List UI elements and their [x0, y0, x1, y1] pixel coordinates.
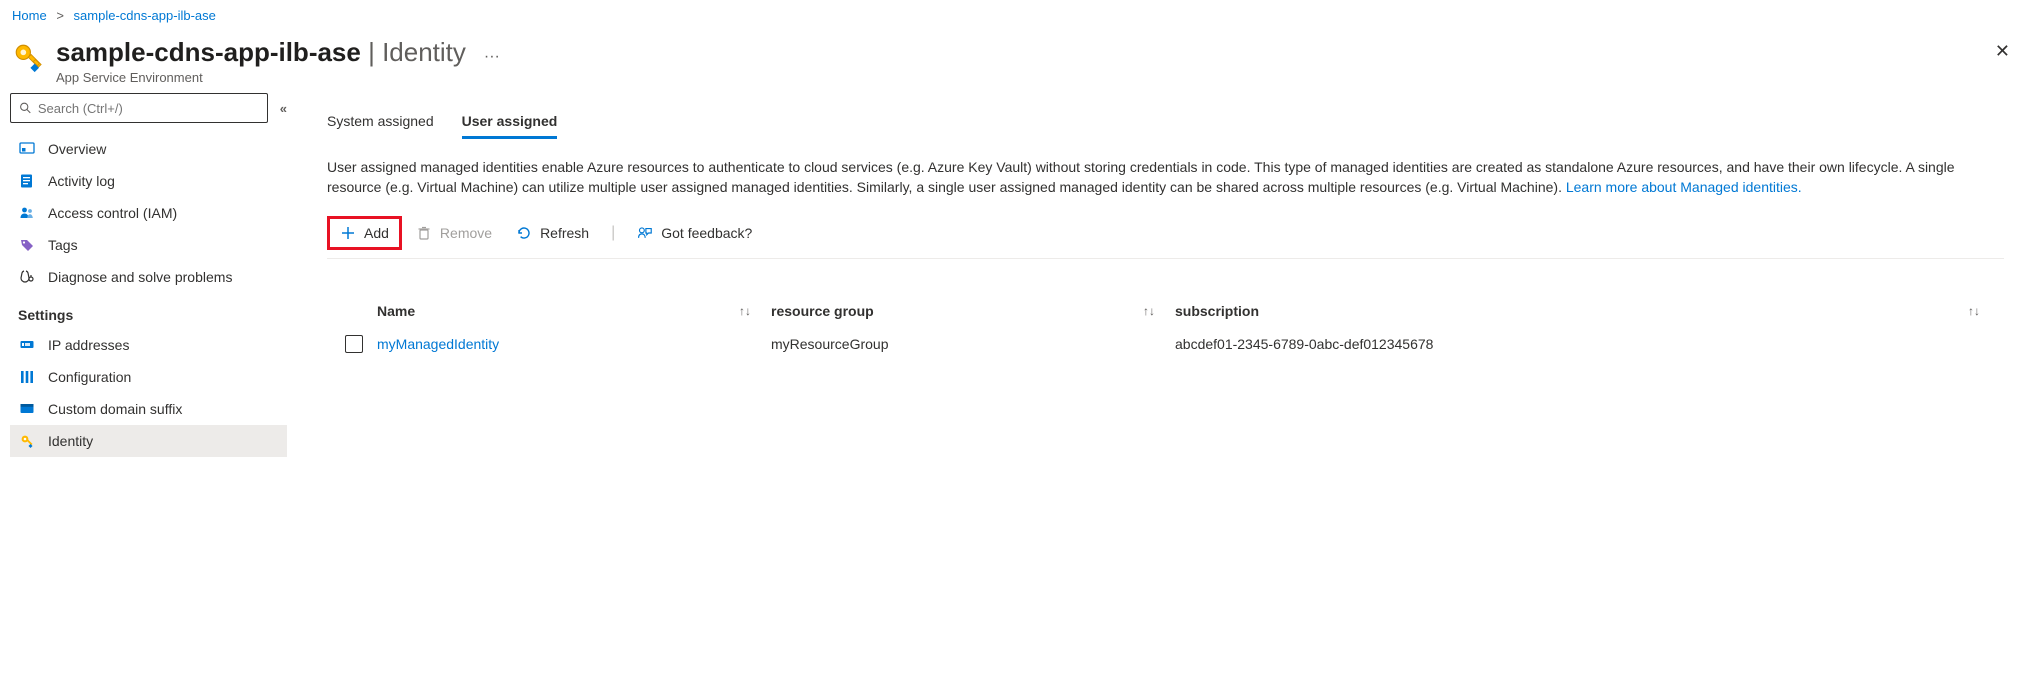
sidebar-item-access-control[interactable]: Access control (IAM) [10, 197, 287, 229]
description-text: User assigned managed identities enable … [327, 157, 1992, 198]
breadcrumb: Home > sample-cdns-app-ilb-ase [0, 0, 2032, 27]
page-header: sample-cdns-app-ilb-ase | Identity ··· A… [0, 27, 2032, 93]
sidebar-search-box[interactable] [10, 93, 268, 123]
feedback-label: Got feedback? [661, 225, 752, 241]
refresh-label: Refresh [540, 225, 589, 241]
table-header: Name ↑↓ resource group ↑↓ subscription ↑… [327, 295, 2004, 327]
learn-more-link[interactable]: Learn more about Managed identities. [1566, 179, 1802, 195]
sidebar-item-activity-log[interactable]: Activity log [10, 165, 287, 197]
add-button[interactable]: Add [330, 219, 399, 247]
sidebar-item-label: Access control (IAM) [48, 205, 177, 221]
main-content: System assigned User assigned User assig… [295, 93, 2032, 693]
search-input[interactable] [38, 101, 259, 116]
sidebar-item-overview[interactable]: Overview [10, 133, 287, 165]
sidebar-item-label: Activity log [48, 173, 115, 189]
page-title-section: Identity [382, 37, 466, 68]
sidebar-section-settings: Settings [10, 293, 287, 329]
remove-label: Remove [440, 225, 492, 241]
trash-icon [416, 225, 432, 241]
refresh-icon [516, 225, 532, 241]
refresh-button[interactable]: Refresh [506, 219, 599, 247]
sort-icon[interactable]: ↑↓ [739, 304, 751, 318]
remove-button: Remove [406, 219, 502, 247]
identities-table: Name ↑↓ resource group ↑↓ subscription ↑… [327, 295, 2004, 361]
sidebar-item-label: Diagnose and solve problems [48, 269, 232, 285]
feedback-icon [637, 225, 653, 241]
identity-name-link[interactable]: myManagedIdentity [377, 336, 499, 352]
toolbar-separator: | [611, 224, 615, 242]
sort-icon[interactable]: ↑↓ [1968, 304, 1980, 318]
sidebar-item-configuration[interactable]: Configuration [10, 361, 287, 393]
sort-icon[interactable]: ↑↓ [1143, 304, 1155, 318]
tab-user-assigned[interactable]: User assigned [462, 105, 558, 139]
close-icon[interactable]: ✕ [1995, 41, 2010, 62]
column-header-name[interactable]: Name [377, 303, 415, 319]
resource-type-label: App Service Environment [56, 70, 2020, 85]
key-resource-icon [12, 41, 46, 75]
add-button-highlight: Add [327, 216, 402, 250]
row-checkbox[interactable] [345, 335, 363, 353]
page-title-divider: | [361, 37, 382, 68]
page-title-main: sample-cdns-app-ilb-ase [56, 37, 361, 68]
subscription-cell: abcdef01-2345-6789-0abc-def012345678 [1175, 336, 1433, 352]
table-row: myManagedIdentity myResourceGroup abcdef… [327, 327, 2004, 361]
sidebar-item-tags[interactable]: Tags [10, 229, 287, 261]
breadcrumb-separator: > [56, 8, 64, 23]
sidebar-item-label: IP addresses [48, 337, 129, 353]
sidebar-item-ip-addresses[interactable]: IP addresses [10, 329, 287, 361]
sidebar-item-label: Overview [48, 141, 106, 157]
sidebar-item-identity[interactable]: Identity [10, 425, 287, 457]
sidebar: « Overview Activity log Access control (… [0, 93, 295, 693]
collapse-sidebar-icon[interactable]: « [280, 101, 287, 116]
configuration-icon [18, 368, 36, 386]
sidebar-item-label: Configuration [48, 369, 131, 385]
search-icon [19, 101, 32, 115]
sidebar-item-label: Custom domain suffix [48, 401, 182, 417]
plus-icon [340, 225, 356, 241]
diagnose-icon [18, 268, 36, 286]
column-header-subscription[interactable]: subscription [1175, 303, 1259, 319]
sidebar-item-diagnose[interactable]: Diagnose and solve problems [10, 261, 287, 293]
breadcrumb-home[interactable]: Home [12, 8, 47, 23]
breadcrumb-current[interactable]: sample-cdns-app-ilb-ase [74, 8, 216, 23]
identity-tabs: System assigned User assigned [327, 105, 2004, 139]
access-control-icon [18, 204, 36, 222]
sidebar-item-custom-domain-suffix[interactable]: Custom domain suffix [10, 393, 287, 425]
column-header-resource-group[interactable]: resource group [771, 303, 874, 319]
sidebar-item-label: Tags [48, 237, 78, 253]
overview-icon [18, 140, 36, 158]
activity-log-icon [18, 172, 36, 190]
feedback-button[interactable]: Got feedback? [627, 219, 762, 247]
tab-system-assigned[interactable]: System assigned [327, 105, 434, 139]
resource-group-cell: myResourceGroup [771, 336, 889, 352]
domain-suffix-icon [18, 400, 36, 418]
tags-icon [18, 236, 36, 254]
toolbar: Add Remove Refresh | Got feedback? [327, 212, 2004, 259]
identity-icon [18, 432, 36, 450]
more-menu-icon[interactable]: ··· [484, 48, 500, 66]
ip-addresses-icon [18, 336, 36, 354]
add-label: Add [364, 225, 389, 241]
sidebar-item-label: Identity [48, 433, 93, 449]
